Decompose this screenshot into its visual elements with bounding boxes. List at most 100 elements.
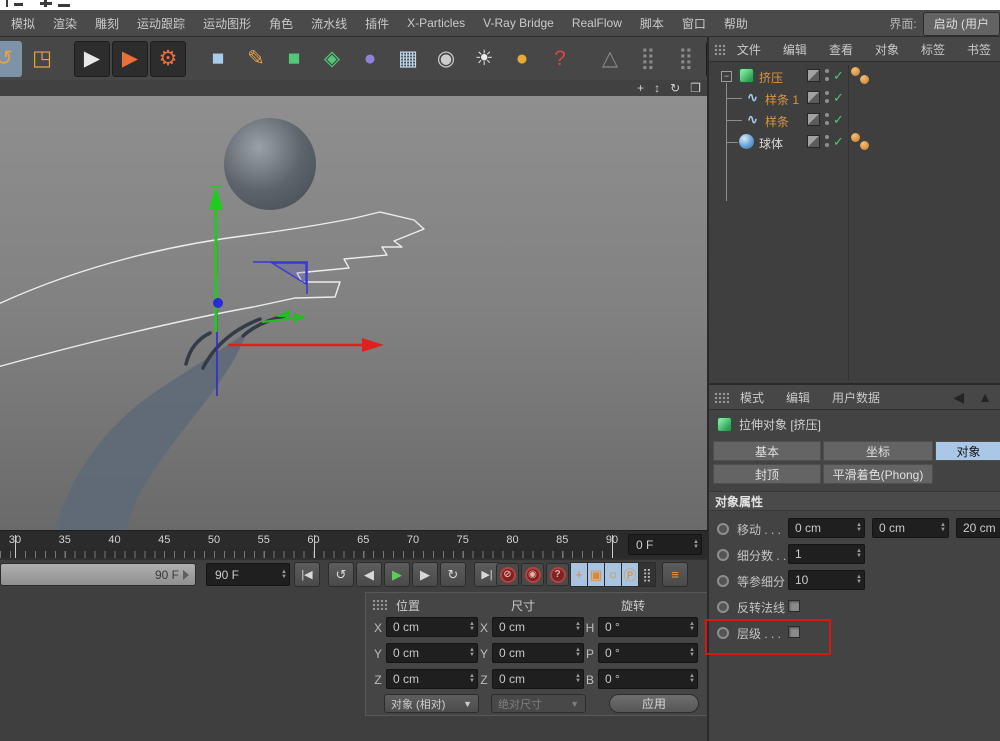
keyframe-dot-icon[interactable] [717,523,729,535]
timeline-mode-button[interactable]: ≡ [662,562,688,587]
attr-menu-编辑[interactable]: 编辑 [775,389,821,406]
keyframe-scale-toggle[interactable]: ▣ [587,562,605,587]
attr-menu-模式[interactable]: 模式 [729,389,775,406]
keyframe-pla-toggle[interactable]: ⣿ [638,562,656,587]
spinner-arrows[interactable]: ▲▼ [575,646,581,660]
menu-渲染[interactable]: 渲染 [44,15,86,32]
render-settings-icon[interactable]: ⚙ [150,41,186,77]
interface-select[interactable]: 启动 (用户 [923,12,1000,36]
keyframe-dot-icon[interactable] [717,549,729,561]
keyframe-rotation-toggle[interactable]: ○ [604,562,622,587]
undo-icon[interactable]: ↺ [0,41,22,77]
visibility-dots[interactable] [825,91,830,105]
om-menu-标签[interactable]: 标签 [910,41,956,58]
polygons-mode-icon[interactable]: ⣿ [668,41,704,77]
coord-field-c2-row2[interactable]: 0 cm▲▼ [492,669,584,689]
tab-封顶[interactable]: 封顶 [713,464,821,484]
om-menu-查看[interactable]: 查看 [818,41,864,58]
sphere-object[interactable] [224,118,316,210]
om-menu-编辑[interactable]: 编辑 [772,41,818,58]
menu-流水线[interactable]: 流水线 [302,15,356,32]
gizmo-center-handle[interactable] [213,298,223,308]
record-keyframe-button[interactable]: ⊘ [496,563,519,586]
menu-雕刻[interactable]: 雕刻 [86,15,128,32]
coord-mode-dropdown[interactable]: 对象 (相对)▼ [384,694,479,713]
light-icon[interactable]: ☀ [466,41,502,77]
spinner-arrows[interactable]: ▲▼ [856,547,862,561]
tag-dot-icon[interactable] [851,133,860,142]
viewport[interactable]: +↕↻❒ [0,80,707,530]
spline-pen-icon[interactable]: ✎ [238,41,274,77]
render-picture-viewer-icon[interactable]: ▶ [112,41,148,77]
coord-field-c1-row0[interactable]: 0 cm▲▼ [386,617,478,637]
spinner-arrows[interactable]: ▲▼ [469,672,475,686]
object-name[interactable]: 球体 [759,135,783,152]
floor-icon[interactable]: ▦ [390,41,426,77]
coord-field-c2-row1[interactable]: 0 cm▲▼ [492,643,584,663]
visibility-dots[interactable] [825,69,830,83]
add-cube-icon[interactable]: ■ [200,41,236,77]
expand-collapse-toggle[interactable]: − [721,71,732,82]
enable-check-icon[interactable]: ✓ [833,134,844,150]
menu-角色[interactable]: 角色 [260,15,302,32]
coordinate-system-icon[interactable]: ◳ [24,41,60,77]
menu-窗口[interactable]: 窗口 [673,15,715,32]
spinner-arrows[interactable]: ▲▼ [856,573,862,587]
spinner-arrows[interactable]: ▲▼ [689,620,695,634]
autokeying-button[interactable]: ◉ [521,563,544,586]
tab-基本[interactable]: 基本 [713,441,821,461]
spinner-arrows[interactable]: ▲▼ [689,646,695,660]
object-row-样条 1[interactable]: ∿样条 1✓ [709,87,1000,109]
menu-运动图形[interactable]: 运动图形 [194,15,260,32]
object-row-挤压[interactable]: −挤压✓ [709,65,1000,87]
tab-平滑着色(Phong)[interactable]: 平滑着色(Phong) [823,464,933,484]
menu-帮助[interactable]: 帮助 [715,15,757,32]
enable-check-icon[interactable]: ✓ [833,90,844,106]
object-name[interactable]: 样条 1 [765,91,799,108]
coord-field-c2-row0[interactable]: 0 cm▲▼ [492,617,584,637]
help-icon[interactable]: ? [542,41,578,77]
viewport-canvas[interactable] [0,96,707,530]
attr-field[interactable]: 20 cm▲▼ [956,518,1000,538]
visibility-dots[interactable] [825,113,830,127]
keyframe-dot-icon[interactable] [717,575,729,587]
apply-button[interactable]: 应用 [609,694,699,713]
menu-运动跟踪[interactable]: 运动跟踪 [128,15,194,32]
attr-checkbox[interactable] [788,600,800,612]
spinner-arrows[interactable]: ▲▼ [856,521,862,535]
history-forward-icon[interactable]: ▲ [978,389,992,406]
spinner-arrows[interactable]: ▲▼ [575,672,581,686]
rotate-view-icon[interactable]: ↻ [670,82,680,94]
next-frame-button[interactable]: ▶ [412,562,438,587]
generators-icon[interactable]: ■ [276,41,312,77]
spinner-arrows[interactable]: ▲▼ [693,537,699,552]
spinner-arrows[interactable]: ▲▼ [281,566,287,583]
fields-icon[interactable]: ● [352,41,388,77]
om-menu-对象[interactable]: 对象 [864,41,910,58]
panel-grip-icon[interactable] [714,392,729,403]
object-row-样条[interactable]: ∿样条✓ [709,109,1000,131]
panel-grip-icon[interactable] [714,44,726,55]
om-menu-文件[interactable]: 文件 [726,41,772,58]
previous-frame-button[interactable]: ◀ [356,562,382,587]
points-mode-icon[interactable]: ⣿ [630,41,666,77]
om-menu-书签[interactable]: 书签 [956,41,1000,58]
layer-color-chip[interactable] [807,113,820,126]
zoom-view-icon[interactable]: ↕ [654,82,660,94]
pan-view-icon[interactable]: + [637,82,644,94]
sky-icon[interactable]: ● [504,41,540,77]
keyframe-parameter-toggle[interactable]: Ⓟ [621,562,639,587]
make-editable-icon[interactable]: △ [592,41,628,77]
object-name[interactable]: 挤压 [759,69,783,86]
object-name[interactable]: 样条 [765,113,789,130]
attr-field[interactable]: 10▲▼ [788,570,865,590]
attr-field[interactable]: 0 cm▲▼ [872,518,949,538]
timeline-range-slider[interactable]: 90 F [0,563,196,586]
coord-field-c3-row1[interactable]: 0 °▲▼ [598,643,698,663]
history-back-icon[interactable]: ◀ [953,389,964,406]
play-backwards-button[interactable]: ↺ [328,562,354,587]
panel-grip-icon[interactable] [372,599,387,610]
coord-field-c1-row2[interactable]: 0 cm▲▼ [386,669,478,689]
visibility-dots[interactable] [825,135,830,149]
coord-field-c3-row0[interactable]: 0 °▲▼ [598,617,698,637]
